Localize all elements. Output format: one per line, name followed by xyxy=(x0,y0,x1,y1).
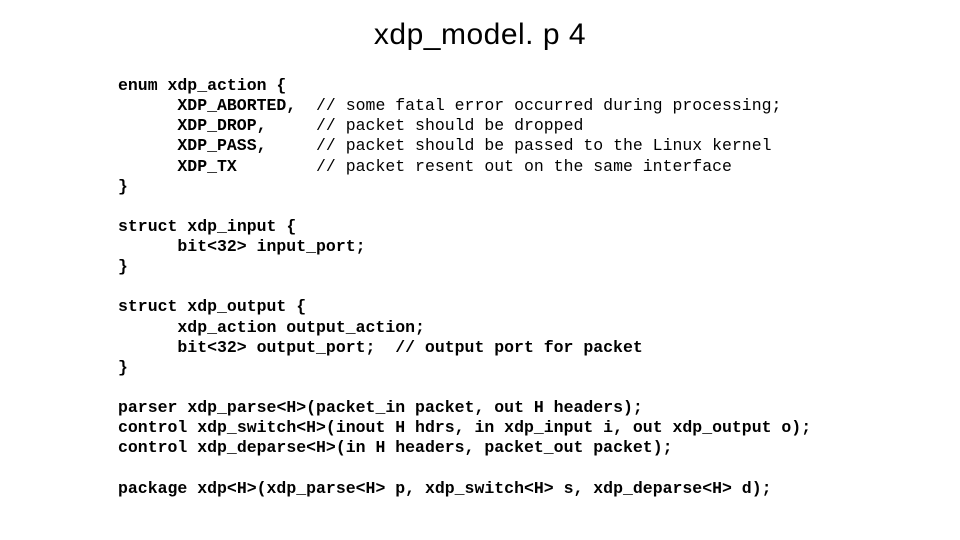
enum-item-0: XDP_ABORTED, xyxy=(177,96,296,115)
package-rest: xdp<H>(xdp_parse<H> p, xdp_switch<H> s, … xyxy=(187,479,771,498)
enum-comment-3: // packet resent out on the same interfa… xyxy=(316,157,732,176)
enum-comment-1: // packet should be dropped xyxy=(316,116,583,135)
struct-output-field2: bit<32> output_port; // output port for … xyxy=(177,338,642,357)
page-title: xdp_model. p 4 xyxy=(118,18,842,52)
parser-kw: parser xyxy=(118,398,177,417)
control2-kw: control xyxy=(118,438,187,457)
control1-kw: control xyxy=(118,418,187,437)
struct-input-close: } xyxy=(118,257,128,276)
struct-output-decl: struct xdp_output { xyxy=(118,297,306,316)
code-block: enum xdp_action { XDP_ABORTED, // some f… xyxy=(118,76,842,499)
enum-item-2: XDP_PASS, xyxy=(177,136,266,155)
enum-close: } xyxy=(118,177,128,196)
struct-input-decl: struct xdp_input { xyxy=(118,217,296,236)
control2-rest: xdp_deparse<H>(in H headers, packet_out … xyxy=(187,438,672,457)
enum-item-3: XDP_TX xyxy=(177,157,236,176)
slide: xdp_model. p 4 enum xdp_action { XDP_ABO… xyxy=(0,0,960,540)
control1-rest: xdp_switch<H>(inout H hdrs, in xdp_input… xyxy=(187,418,811,437)
package-kw: package xyxy=(118,479,187,498)
enum-comment-0: // some fatal error occurred during proc… xyxy=(316,96,781,115)
struct-output-field1: xdp_action output_action; xyxy=(177,318,425,337)
enum-item-1: XDP_DROP, xyxy=(177,116,266,135)
enum-decl: enum xdp_action { xyxy=(118,76,286,95)
parser-rest: xdp_parse<H>(packet_in packet, out H hea… xyxy=(177,398,642,417)
struct-output-close: } xyxy=(118,358,128,377)
enum-comment-2: // packet should be passed to the Linux … xyxy=(316,136,771,155)
struct-input-field: bit<32> input_port; xyxy=(177,237,365,256)
